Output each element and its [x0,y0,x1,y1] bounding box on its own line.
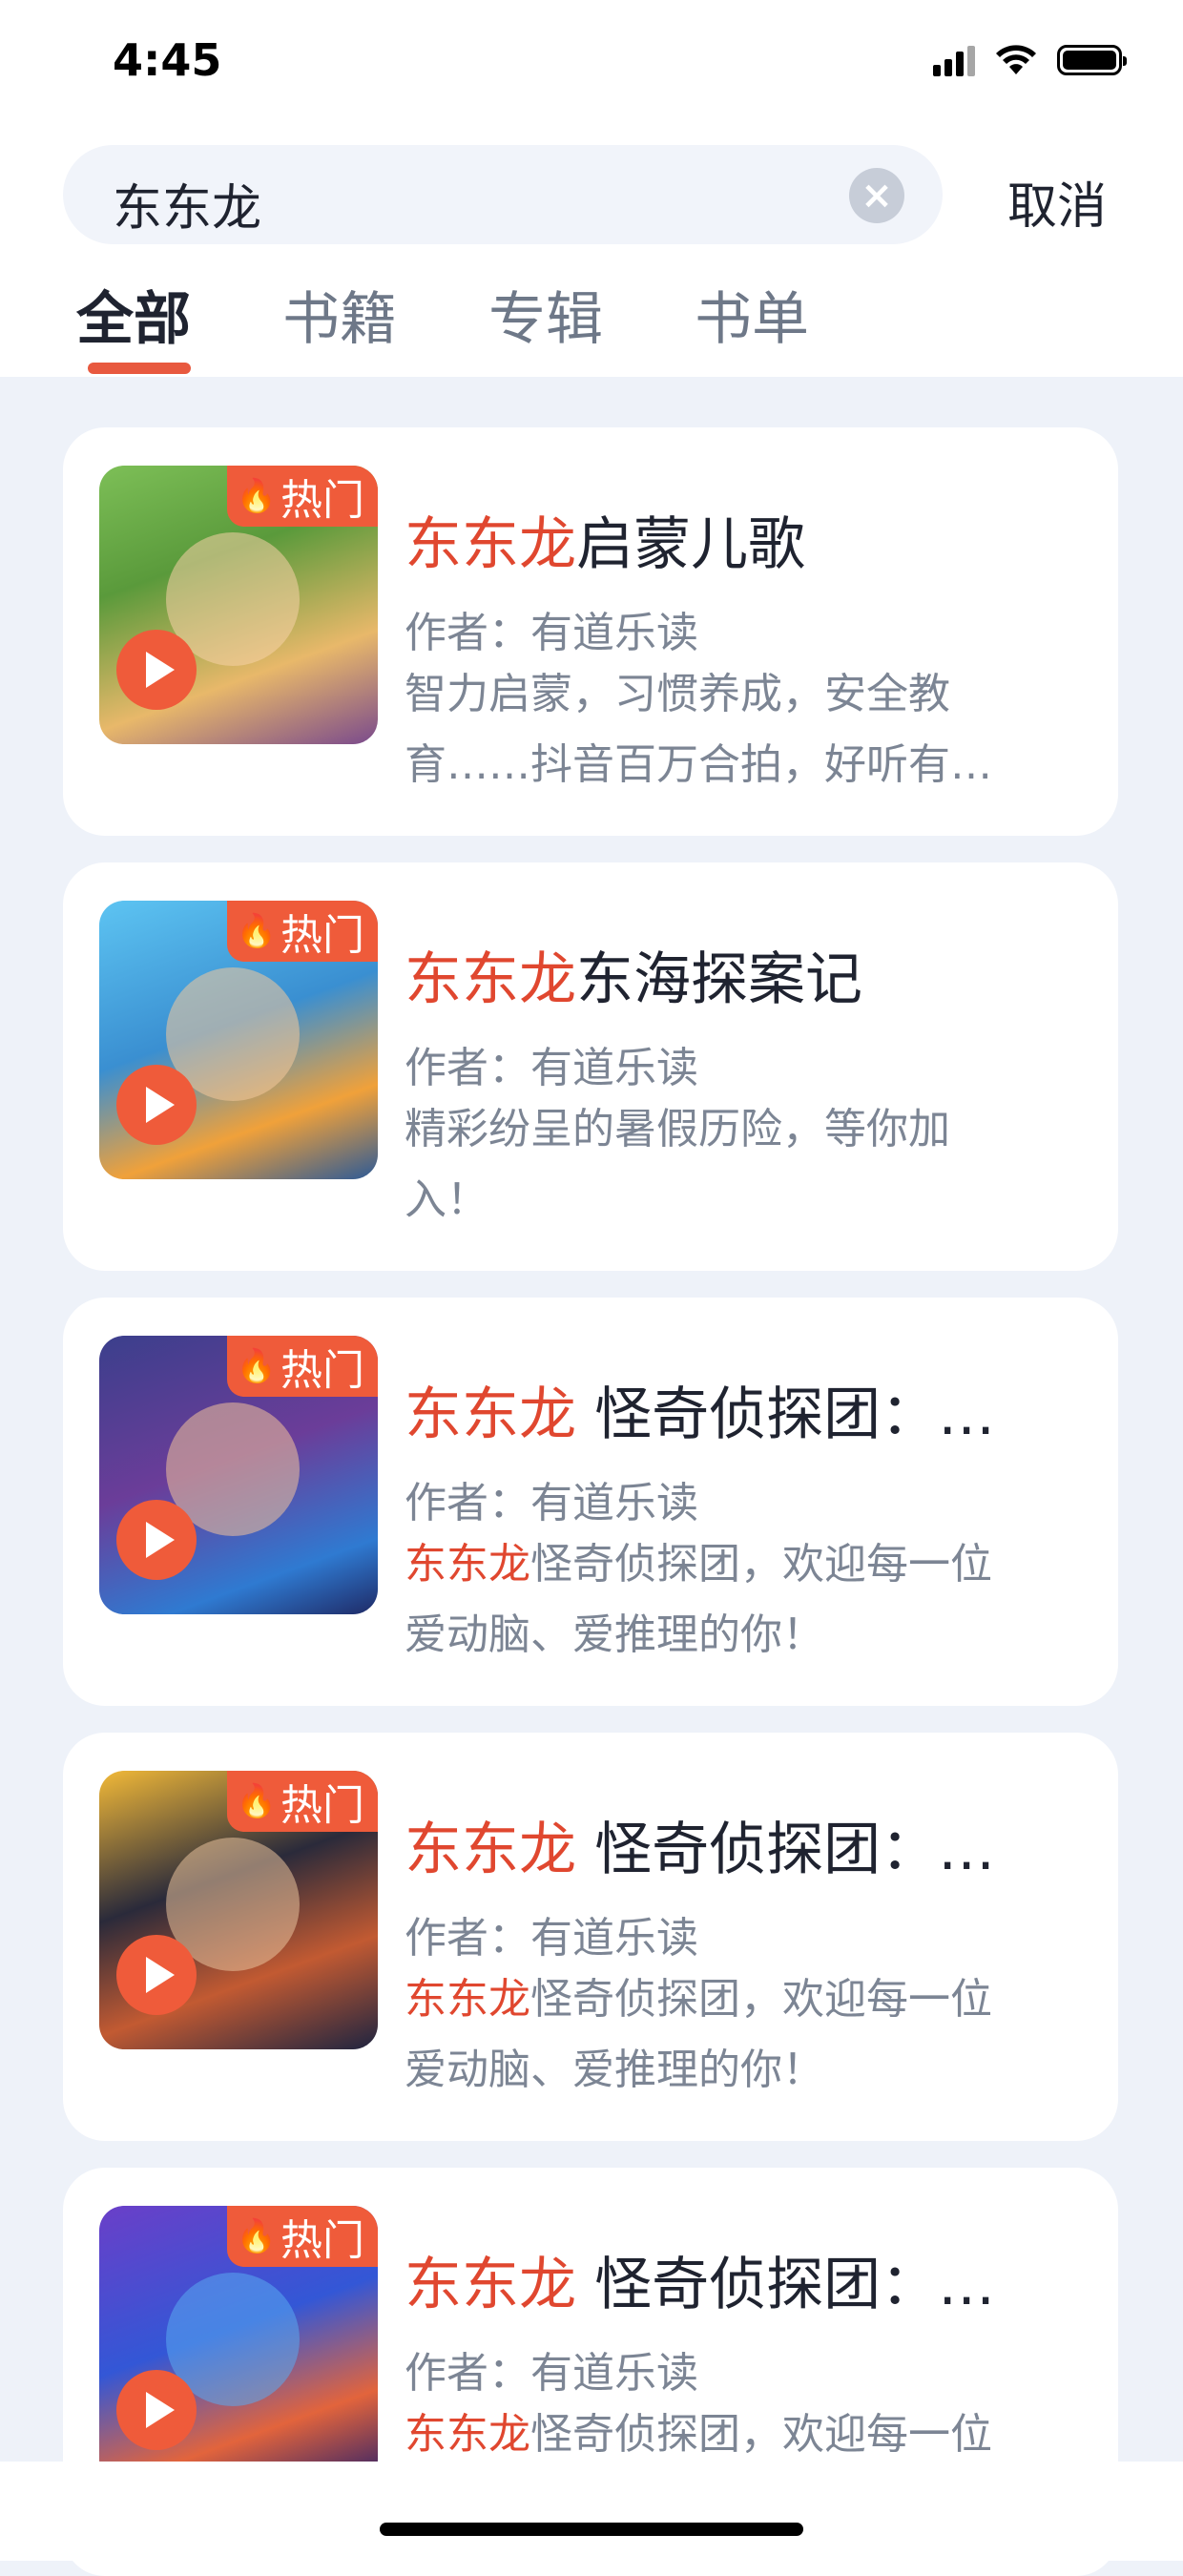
tab-albums[interactable]: 专辑 [488,273,603,356]
play-button[interactable] [116,2370,197,2450]
result-title[interactable]: 东东龙 怪奇侦探团：… [405,1368,1072,1451]
tab-all[interactable]: 全部 [76,273,191,356]
hot-badge: 🔥 热门 [226,901,378,962]
result-title[interactable]: 东东龙东海探案记 [405,933,1072,1016]
wifi-icon [996,45,1036,74]
cover-image[interactable]: 🔥 热门 [99,466,378,744]
flame-icon: 🔥 [236,912,277,950]
result-title[interactable]: 东东龙 怪奇侦探团：… [405,1803,1072,1886]
search-query-text[interactable]: 东东龙 [113,168,261,239]
flame-icon: 🔥 [236,1347,277,1385]
play-icon [146,2392,175,2428]
result-author: 作者：有道乐读 [405,609,698,657]
status-time: 4:45 [113,34,222,86]
result-author: 作者：有道乐读 [405,1479,698,1527]
tab-booklists[interactable]: 书单 [695,273,809,356]
cover-image[interactable]: 🔥 热门 [99,901,378,1179]
tab-books[interactable]: 书籍 [282,273,397,356]
result-description: 东东龙怪奇侦探团，欢迎每一位 爱动脑、爱推理的你！ [405,1975,992,2094]
category-tabs: 全部 书籍 专辑 书单 [76,273,901,356]
hot-badge: 🔥 热门 [226,1771,378,1832]
header-area: 4:45 东东龙 × 取消 全部 书籍 专辑 书单 [0,0,1183,377]
cover-image[interactable]: 🔥 热门 [99,1336,378,1614]
play-icon [146,1957,175,1993]
result-title[interactable]: 东东龙启蒙儿歌 [405,498,1072,581]
hot-badge: 🔥 热门 [226,466,378,527]
clear-search-button[interactable]: × [849,168,904,223]
play-icon [146,1522,175,1558]
flame-icon: 🔥 [236,477,277,515]
active-tab-indicator [88,363,191,374]
result-description: 东东龙怪奇侦探团，欢迎每一位 爱动脑、爱推理的你！ [405,1540,992,1659]
result-card[interactable]: 🔥 热门 东东龙东海探案记 作者：有道乐读 精彩纷呈的暑假历险，等你加 入！ [63,862,1118,1271]
result-author: 作者：有道乐读 [405,1914,698,1963]
result-description: 东东龙怪奇侦探团，欢迎每一位 [405,2410,992,2459]
result-author: 作者：有道乐读 [405,2349,698,2398]
cover-image[interactable]: 🔥 热门 [99,2206,378,2484]
result-card[interactable]: 🔥 热门 东东龙启蒙儿歌 作者：有道乐读 智力启蒙，习惯养成，安全教 育……抖音百… [63,427,1118,836]
play-icon [146,1087,175,1123]
result-description: 智力启蒙，习惯养成，安全教 育……抖音百万合拍，好听有… [405,670,992,789]
hot-badge: 🔥 热门 [226,1336,378,1397]
cover-image[interactable]: 🔥 热门 [99,1771,378,2049]
battery-icon [1057,45,1127,75]
play-button[interactable] [116,1935,197,2015]
search-input[interactable]: 东东龙 × [63,145,943,244]
status-icons [933,44,1127,76]
play-button[interactable] [116,630,197,710]
result-card[interactable]: 🔥 热门 东东龙 怪奇侦探团：… 作者：有道乐读 东东龙怪奇侦探团，欢迎每一位 爱… [63,1298,1118,1706]
flame-icon: 🔥 [236,2217,277,2255]
cancel-button[interactable]: 取消 [1007,166,1107,238]
home-indicator[interactable] [380,2523,803,2536]
home-indicator-area [0,2462,1183,2561]
result-description: 精彩纷呈的暑假历险，等你加 入！ [405,1105,950,1224]
result-author: 作者：有道乐读 [405,1044,698,1092]
result-title[interactable]: 东东龙 怪奇侦探团：… [405,2238,1072,2321]
play-button[interactable] [116,1065,197,1145]
hot-badge: 🔥 热门 [226,2206,378,2267]
play-icon [146,652,175,688]
cellular-signal-icon [933,44,975,76]
result-card[interactable]: 🔥 热门 东东龙 怪奇侦探团：… 作者：有道乐读 东东龙怪奇侦探团，欢迎每一位 爱… [63,1733,1118,2141]
play-button[interactable] [116,1500,197,1580]
flame-icon: 🔥 [236,1782,277,1820]
